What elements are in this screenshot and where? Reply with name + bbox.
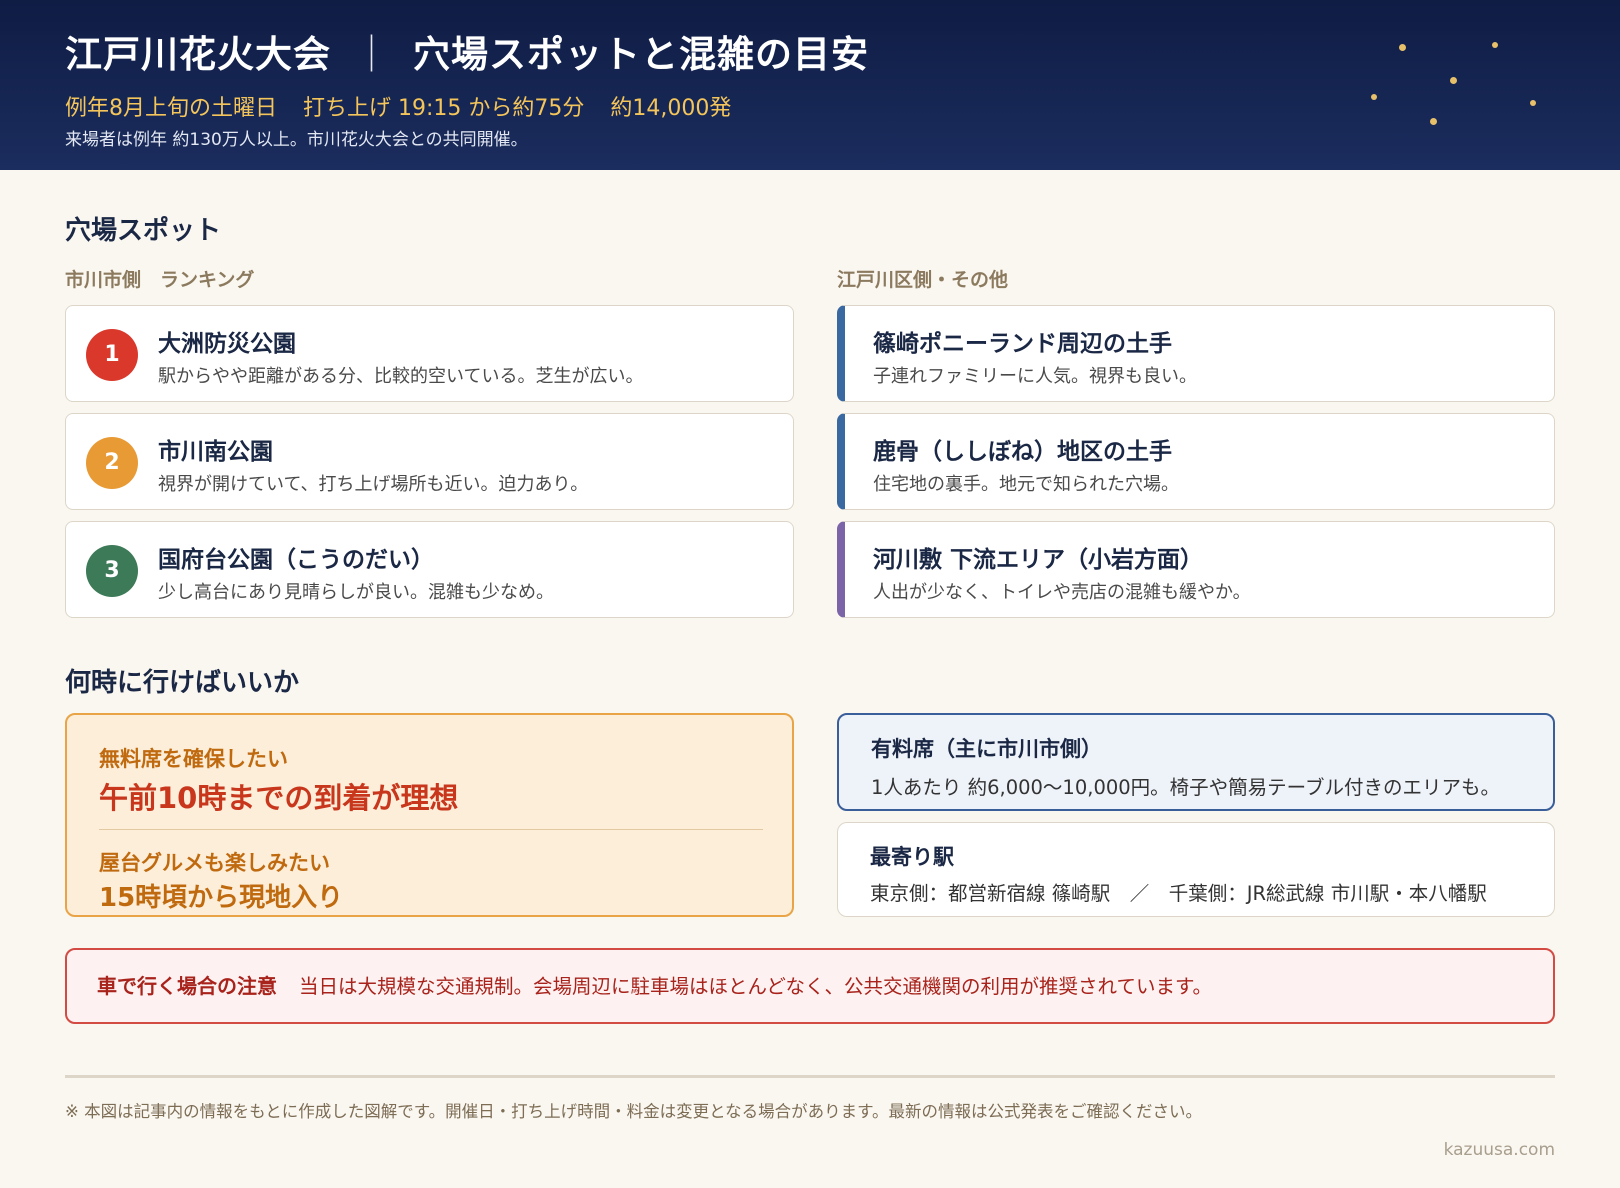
spot-name: 河川敷 下流エリア（小岩方面） [873,547,1204,573]
rank-badge: 1 [86,329,138,381]
spot-desc: 少し高台にあり見晴らしが良い。混雑も少なめ。 [158,582,554,603]
other-spot-card: 河川敷 下流エリア（小岩方面） 人出が少なく、トイレや売店の混雑も緩やか。 [837,521,1555,618]
ranking-card: 1 大洲防災公園 駅からやや距離がある分、比較的空いている。芝生が広い。 [65,305,794,402]
spot-name: 大洲防災公園 [158,331,296,357]
event-facts: 例年8月上旬の土曜日 打ち上げ 19:15 から約75分 約14,000発 [65,94,1620,124]
spot-name: 国府台公園（こうのだい） [158,547,434,573]
star-decoration [1450,77,1457,84]
footer-note: ※ 本図は記事内の情報をもとに作成した図解です。開催日・打ち上げ時間・料金は変更… [65,1102,1202,1121]
event-time: 打ち上げ 19:15 から約75分 [303,96,585,121]
paid-seat-box: 有料席（主に市川市側） 1人あたり 約6,000〜10,000円。椅子や簡易テー… [837,713,1555,811]
car-warning-box: 車で行く場合の注意 当日は大規模な交通規制。会場周辺に駐車場はほとんどなく、公共交… [65,948,1555,1024]
star-decoration [1399,44,1406,51]
free-seat-advice: 午前10時までの到着が理想 [99,781,459,815]
timing-heading: 何時に行けばいいか [65,668,300,698]
rank-badge: 2 [86,437,138,489]
other-spot-card: 篠崎ポニーランド周辺の土手 子連れファミリーに人気。視界も良い。 [837,305,1555,402]
star-decoration [1492,42,1498,48]
ranking-card: 3 国府台公園（こうのだい） 少し高台にあり見晴らしが良い。混雑も少なめ。 [65,521,794,618]
attendance-note: 来場者は例年 約130万人以上。市川花火大会との共同開催。 [65,130,528,150]
station-desc: 東京側：都営新宿線 篠崎駅 ／ 千葉側：JR総武線 市川駅・本八幡駅 [870,882,1487,905]
spot-desc: 視界が開けていて、打ち上げ場所も近い。迫力あり。 [158,474,589,495]
food-advice: 15時頃から現地入り [99,883,344,913]
paid-seat-desc: 1人あたり 約6,000〜10,000円。椅子や簡易テーブル付きのエリアも。 [871,776,1500,799]
spot-name: 篠崎ポニーランド周辺の土手 [873,331,1172,357]
spot-desc: 子連れファミリーに人気。視界も良い。 [873,366,1197,387]
page-title: 江戸川花火大会｜穴場スポットと混雑の目安 [65,33,869,76]
star-decoration [1530,100,1536,106]
ichikawa-label: 市川市側 ランキング [65,269,255,291]
paid-seat-title: 有料席（主に市川市側） [871,737,1102,761]
station-title: 最寄り駅 [870,845,954,869]
footer-divider [65,1075,1555,1078]
warning-label: 車で行く場合の注意 [97,974,277,998]
star-decoration [1430,118,1437,125]
spot-name: 市川南公園 [158,439,273,465]
warning-text: 当日は大規模な交通規制。会場周辺に駐車場はほとんどなく、公共交通機関の利用が推奨… [299,975,1212,998]
spot-name: 鹿骨（ししぼね）地区の土手 [873,439,1172,465]
spot-desc: 駅からやや距離がある分、比較的空いている。芝生が広い。 [158,366,644,387]
other-spot-card: 鹿骨（ししぼね）地区の土手 住宅地の裏手。地元で知られた穴場。 [837,413,1555,510]
station-box: 最寄り駅 東京側：都営新宿線 篠崎駅 ／ 千葉側：JR総武線 市川駅・本八幡駅 [837,822,1555,917]
spot-desc: 住宅地の裏手。地元で知られた穴場。 [873,474,1179,495]
star-decoration [1371,94,1377,100]
spot-desc: 人出が少なく、トイレや売店の混雑も緩やか。 [873,582,1251,603]
ranking-card: 2 市川南公園 視界が開けていて、打ち上げ場所も近い。迫力あり。 [65,413,794,510]
event-count: 約14,000発 [610,96,732,121]
edogawa-label: 江戸川区側・その他 [837,269,1009,291]
spots-heading: 穴場スポット [65,216,222,246]
divider [99,829,763,830]
arrival-advice-box: 無料席を確保したい 午前10時までの到着が理想 屋台グルメも楽しみたい 15時頃… [65,713,794,917]
free-seat-label: 無料席を確保したい [99,747,288,771]
site-credit: kazuusa.com [1443,1140,1555,1160]
header-banner: 江戸川花火大会｜穴場スポットと混雑の目安 例年8月上旬の土曜日 打ち上げ 19:1… [0,0,1620,170]
rank-badge: 3 [86,545,138,597]
food-label: 屋台グルメも楽しみたい [99,851,330,875]
event-date: 例年8月上旬の土曜日 [65,96,277,121]
